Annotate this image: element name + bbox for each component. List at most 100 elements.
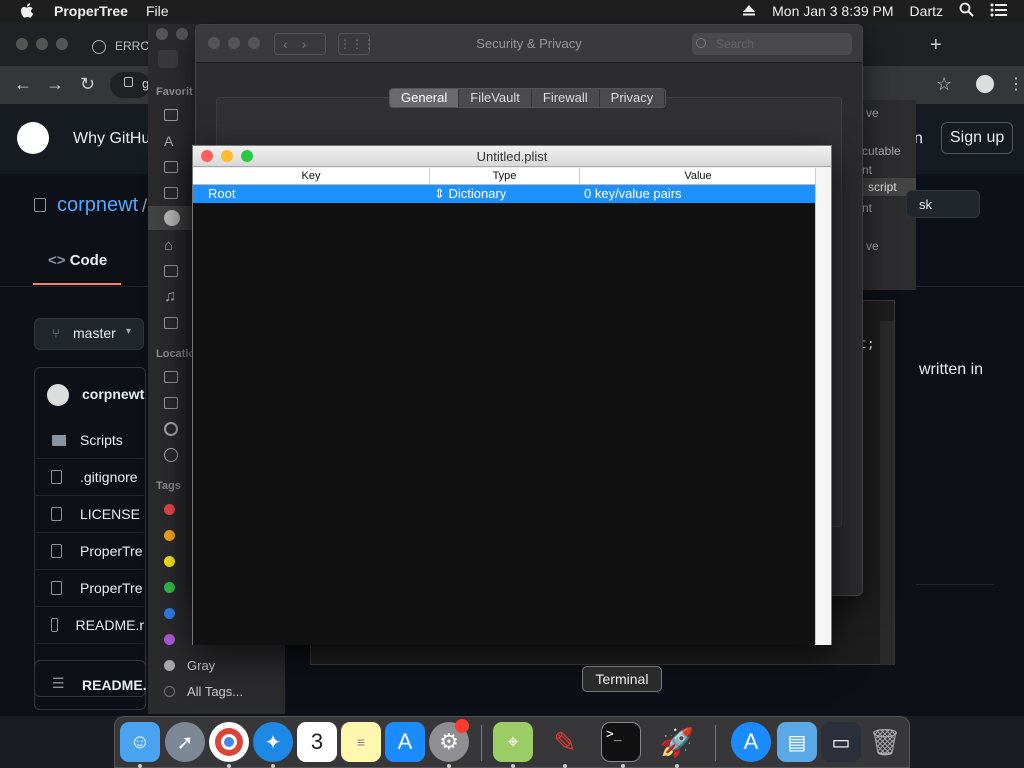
ask-button-fragment[interactable]: sk <box>906 190 980 218</box>
row-value[interactable]: 0 key/value pairs <box>580 185 816 203</box>
repo-owner-link[interactable]: corpnewt <box>57 194 138 217</box>
all-tags[interactable]: All Tags... <box>164 680 284 702</box>
chrome-tab-title[interactable]: ERRO <box>115 39 150 53</box>
running-indicator <box>227 764 231 768</box>
editor-scrollbar[interactable] <box>880 321 894 665</box>
downloads-icon <box>164 210 180 226</box>
reload-icon[interactable]: ↻ <box>80 74 95 95</box>
tab-code[interactable]: <> Code <box>48 252 107 269</box>
zoom-window-button[interactable] <box>56 38 68 50</box>
lock-icon <box>124 77 133 87</box>
tags-header: Tags <box>156 480 181 492</box>
eject-icon[interactable] <box>742 3 756 19</box>
row-type[interactable]: ⇕ Dictionary <box>430 185 580 203</box>
dock-tooltip: Terminal <box>582 666 662 692</box>
row-type-label: Dictionary <box>448 186 507 201</box>
profile-avatar-icon[interactable] <box>976 75 994 93</box>
dock: ☺ ➚ ✦ 3 ≡ A ⚙ ⌖ ✎ >_ 🚀 A ▤ ▭ 🗑 <box>114 716 910 768</box>
back-button[interactable] <box>158 50 178 68</box>
trash-icon[interactable]: 🗑 <box>865 722 905 762</box>
spotlight-search-icon[interactable] <box>959 2 974 20</box>
app-store-folder-icon[interactable]: A <box>731 722 771 762</box>
file-row[interactable]: .gitignore <box>34 459 144 496</box>
running-indicator <box>621 764 625 768</box>
branch-icon: ⑂ <box>52 326 60 341</box>
readme-header[interactable]: README. <box>82 677 147 693</box>
why-github-link[interactable]: Why GitHu <box>73 130 150 148</box>
file-name[interactable]: ProperTre <box>80 543 143 559</box>
locations-header: Locatio <box>156 348 196 360</box>
forward-arrow-icon[interactable]: → <box>46 74 64 95</box>
file-name[interactable]: LICENSE <box>80 506 140 522</box>
chrome-menu-icon[interactable]: ⋮ <box>1008 74 1024 94</box>
python-rocket-icon[interactable]: 🚀 <box>657 722 697 762</box>
control-center-icon[interactable] <box>990 3 1008 20</box>
tab-firewall[interactable]: Firewall <box>531 89 600 107</box>
type-stepper-icon[interactable]: ⇕ <box>434 186 449 201</box>
running-indicator <box>563 764 567 768</box>
commit-author[interactable]: corpnewt <box>82 386 144 402</box>
home-icon: ⌂ <box>164 236 174 254</box>
search-input[interactable]: Search <box>692 33 852 55</box>
dock-separator <box>481 725 482 761</box>
fragment-text: cutable <box>862 144 901 158</box>
minimize-window-button[interactable] <box>176 28 188 40</box>
file-name[interactable]: .gitignore <box>80 469 138 485</box>
chrome-icon[interactable] <box>209 722 249 762</box>
column-header-key[interactable]: Key <box>193 168 430 184</box>
file-icon <box>51 618 58 632</box>
terminal-icon[interactable]: >_ <box>601 722 641 762</box>
app-store-icon[interactable]: A <box>385 722 425 762</box>
file-row[interactable]: Scripts <box>34 422 144 459</box>
tab-filevault[interactable]: FileVault <box>459 89 532 107</box>
tab-general[interactable]: General <box>390 89 460 107</box>
row-key[interactable]: Root <box>193 185 430 203</box>
close-window-button[interactable] <box>156 28 168 40</box>
file-row[interactable]: LICENSE <box>34 496 144 533</box>
new-tab-plus-icon[interactable]: + <box>930 34 942 57</box>
safari-compass-icon[interactable]: ✦ <box>253 722 293 762</box>
app-menu-propertree[interactable]: ProperTree <box>54 3 128 19</box>
tag-gray[interactable]: Gray <box>164 654 284 676</box>
file-row[interactable]: ProperTre <box>34 533 144 570</box>
minimize-window-button[interactable] <box>36 38 48 50</box>
downloads-folder-icon[interactable]: ▤ <box>777 722 817 762</box>
swiss-knife-icon[interactable]: ✎ <box>545 722 585 762</box>
column-header-value[interactable]: Value <box>580 168 816 184</box>
running-indicator <box>271 764 275 768</box>
vertical-scrollbar[interactable] <box>815 168 831 645</box>
screenshot-icon[interactable]: ▭ <box>821 722 861 762</box>
file-row[interactable]: README.r <box>34 607 144 644</box>
sign-up-button[interactable]: Sign up <box>941 122 1014 154</box>
file-row[interactable]: ProperTre <box>34 570 144 607</box>
back-arrow-icon[interactable]: ← <box>14 74 32 95</box>
finder-icon[interactable]: ☺ <box>120 722 160 762</box>
column-header-type[interactable]: Type <box>430 168 580 184</box>
menubar-clock[interactable]: Mon Jan 3 8:39 PM <box>772 3 893 19</box>
tab-privacy[interactable]: Privacy <box>599 89 666 107</box>
code-icon: <> <box>48 252 70 269</box>
file-name[interactable]: Scripts <box>80 432 123 448</box>
folder-icon <box>52 434 66 446</box>
launchpad-icon[interactable]: ➚ <box>165 722 205 762</box>
window-title: Untitled.plist <box>476 149 548 164</box>
file-name[interactable]: README.r <box>76 617 144 633</box>
apple-icon[interactable] <box>20 3 34 19</box>
camera-icon <box>164 265 178 277</box>
maps-icon[interactable]: ⌖ <box>493 722 533 762</box>
file-name[interactable]: ProperTre <box>80 580 143 596</box>
calendar-icon[interactable]: 3 <box>297 722 337 762</box>
menu-file[interactable]: File <box>146 3 169 19</box>
bookmark-star-icon[interactable]: ☆ <box>936 74 952 95</box>
list-icon: ☰ <box>52 675 65 691</box>
plist-tree[interactable]: Key Type Value Root ⇕ Dictionary 0 key/v… <box>193 168 816 645</box>
author-avatar[interactable] <box>47 384 69 406</box>
github-logo-icon[interactable] <box>17 122 49 154</box>
menubar-user[interactable]: Dartz <box>910 3 943 19</box>
notes-icon[interactable]: ≡ <box>341 722 381 762</box>
table-row[interactable]: Root ⇕ Dictionary 0 key/value pairs <box>193 185 816 203</box>
running-indicator <box>511 764 515 768</box>
close-window-button[interactable] <box>16 38 28 50</box>
chevron-down-icon: ▾ <box>126 326 132 337</box>
tag-gray-label: Gray <box>187 657 216 673</box>
